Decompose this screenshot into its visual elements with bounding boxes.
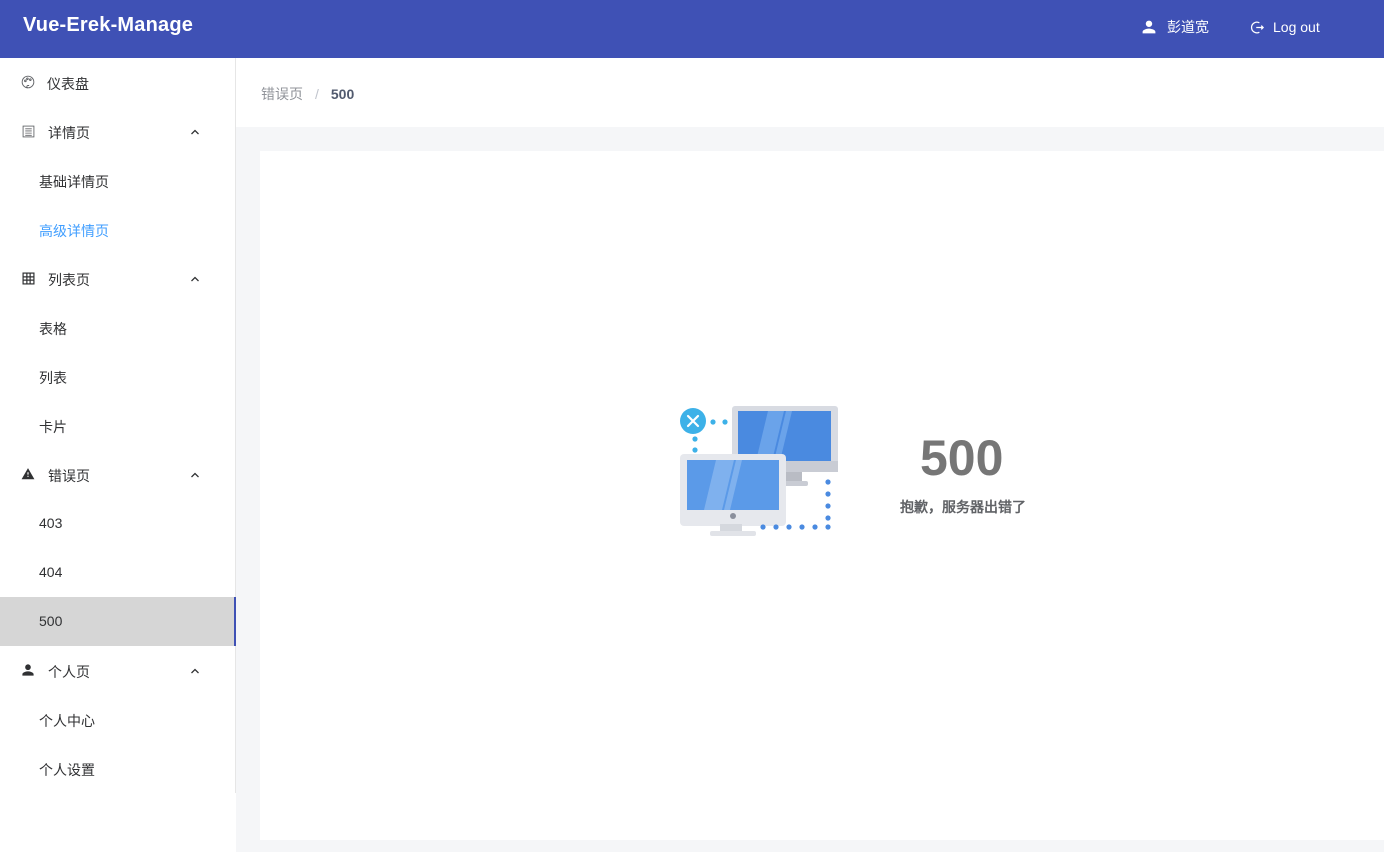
sidebar-item-404[interactable]: 404 [0, 548, 235, 597]
sidebar-item-label: 高级详情页 [39, 223, 109, 239]
sidebar-item-label: 卡片 [39, 419, 67, 435]
warning-icon [21, 467, 35, 481]
sidebar-group-label: 列表页 [48, 272, 90, 288]
user-name: 彭道宽 [1167, 19, 1209, 35]
sidebar-item-500[interactable]: 500 [0, 597, 236, 646]
sidebar-group-detail[interactable]: 详情页 [0, 107, 235, 156]
sidebar-group-label: 详情页 [48, 125, 90, 141]
sidebar-item-label: 500 [39, 613, 63, 629]
sidebar-item-table[interactable]: 表格 [0, 303, 235, 352]
breadcrumb-current: 500 [330, 86, 355, 102]
logout-icon [1250, 20, 1265, 35]
breadcrumb: 错误页 / 500 [261, 84, 354, 104]
sidebar-group-error[interactable]: 错误页 [0, 450, 235, 499]
chevron-up-icon [189, 468, 201, 480]
chevron-up-icon [189, 664, 201, 676]
sidebar-group-label: 错误页 [48, 468, 90, 484]
user-icon [1141, 19, 1157, 35]
sidebar-item-personal-center[interactable]: 个人中心 [0, 695, 235, 744]
sidebar-item-card[interactable]: 卡片 [0, 401, 235, 450]
palette-icon [21, 75, 35, 89]
sidebar-group-personal[interactable]: 个人页 [0, 646, 235, 695]
error-code: 500 [920, 430, 1004, 486]
sidebar-item-403[interactable]: 403 [0, 499, 235, 548]
sidebar-item-personal-settings[interactable]: 个人设置 [0, 744, 235, 793]
person-icon [21, 663, 35, 677]
breadcrumb-bar: 错误页 / 500 [236, 58, 1384, 127]
sidebar-footer [0, 793, 236, 852]
user-menu[interactable]: 彭道宽 [1141, 16, 1209, 38]
breadcrumb-separator: / [315, 86, 319, 102]
breadcrumb-item-error[interactable]: 错误页 [261, 84, 303, 104]
sidebar-group-label: 个人页 [48, 664, 90, 680]
chevron-up-icon [189, 125, 201, 137]
sidebar-item-label: 列表 [39, 370, 67, 386]
sidebar-item-list[interactable]: 列表 [0, 352, 235, 401]
document-icon [21, 124, 35, 138]
sidebar-item-label: 个人中心 [39, 713, 95, 729]
sidebar: 仪表盘 详情页 基础详情页 高级详情页 列表页 表格 列表 卡片 错误页 403… [0, 58, 236, 793]
sidebar-item-label: 403 [39, 515, 63, 531]
sidebar-item-label: 404 [39, 564, 63, 580]
logout-button[interactable]: Log out [1250, 16, 1320, 38]
sidebar-item-dashboard[interactable]: 仪表盘 [0, 58, 235, 107]
sidebar-item-label: 表格 [39, 321, 67, 337]
server-error-illustration [678, 404, 840, 538]
app-title[interactable]: Vue-Erek-Manage [23, 14, 193, 37]
sidebar-item-basic-detail[interactable]: 基础详情页 [0, 156, 235, 205]
top-header: Vue-Erek-Manage 彭道宽 Log out [0, 0, 1384, 58]
sidebar-group-list[interactable]: 列表页 [0, 254, 235, 303]
sidebar-item-label: 个人设置 [39, 762, 95, 778]
error-message: 抱歉，服务器出错了 [900, 499, 1026, 515]
sidebar-item-label: 基础详情页 [39, 174, 109, 190]
sidebar-item-label: 仪表盘 [47, 76, 89, 92]
sidebar-item-advanced-detail[interactable]: 高级详情页 [0, 205, 235, 254]
grid-icon [21, 271, 35, 285]
chevron-up-icon [189, 272, 201, 284]
logout-label: Log out [1273, 19, 1320, 35]
